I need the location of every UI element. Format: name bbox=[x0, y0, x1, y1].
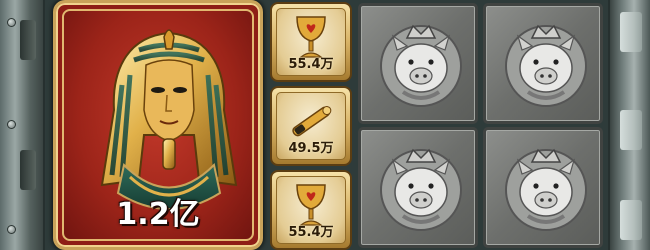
grand-prize-panel: 1.2亿 bbox=[62, 9, 254, 241]
left-frame-rail bbox=[0, 0, 45, 250]
grand-prize-value: 1.2亿 bbox=[116, 197, 200, 232]
bolt-icon bbox=[7, 18, 16, 27]
reel-cell-2[interactable] bbox=[483, 3, 603, 124]
reel-cell-1[interactable] bbox=[358, 3, 478, 124]
silver-pig-icon bbox=[505, 148, 587, 231]
prize-tile-1: 55.4万 bbox=[270, 2, 352, 82]
rail-slot bbox=[620, 12, 642, 52]
reel-cell-3[interactable] bbox=[358, 127, 478, 248]
prize-value: 49.5万 bbox=[288, 141, 334, 156]
grand-prize-tile: 1.2亿 bbox=[53, 0, 263, 250]
prize-tile-2: 49.5万 bbox=[270, 86, 352, 166]
bolt-icon bbox=[7, 120, 16, 129]
pharaoh-mask-icon bbox=[100, 29, 238, 210]
silver-pig-icon bbox=[380, 148, 462, 231]
prize-tile-3: 55.4万 bbox=[270, 170, 352, 250]
bolt-icon bbox=[7, 225, 16, 234]
prize-value: 55.4万 bbox=[288, 225, 334, 240]
prize-value: 55.4万 bbox=[288, 57, 334, 72]
reel-cell-4[interactable] bbox=[483, 127, 603, 248]
silver-pig-icon bbox=[505, 24, 587, 107]
right-frame-rail bbox=[608, 0, 650, 250]
silver-pig-icon bbox=[380, 24, 462, 107]
rail-slot bbox=[620, 200, 642, 240]
rail-slot bbox=[20, 20, 36, 60]
rail-slot bbox=[620, 110, 642, 150]
rail-slot bbox=[20, 150, 36, 190]
